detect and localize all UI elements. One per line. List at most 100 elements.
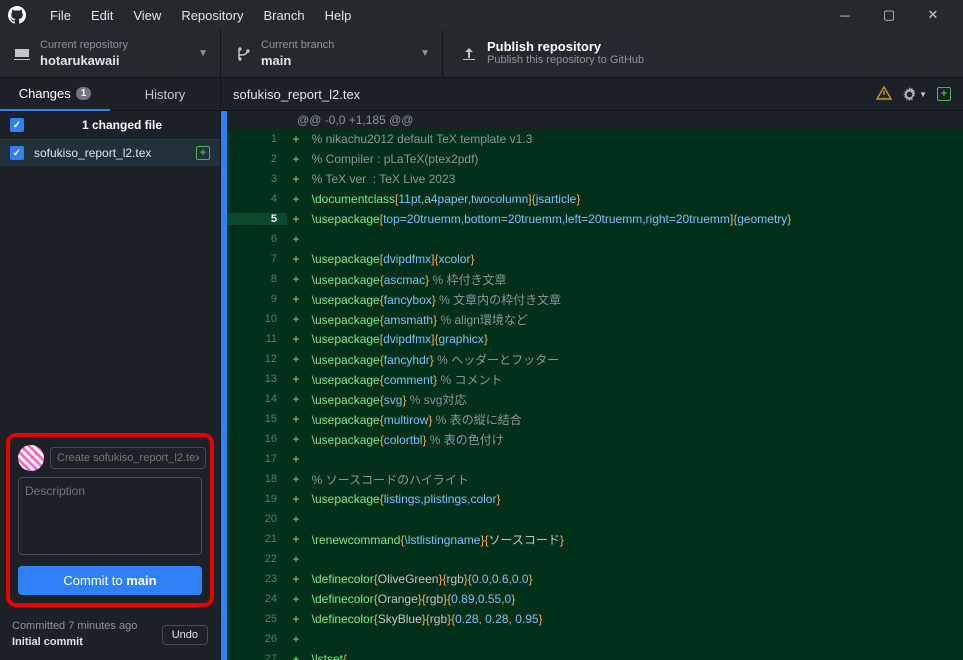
line-marker: + (287, 252, 305, 266)
line-number: 1 (227, 133, 287, 145)
minimize-button[interactable]: ─ (823, 0, 867, 30)
avatar (18, 445, 44, 471)
menu-repository[interactable]: Repository (171, 4, 253, 27)
warning-icon[interactable] (876, 85, 892, 104)
line-code: \definecolor{Orange}{rgb}{0.89,0.55,0} (305, 592, 963, 606)
diff-line[interactable]: 18+ % ソースコードのハイライト (227, 469, 963, 489)
diff-line[interactable]: 3+ % TeX ver : TeX Live 2023 (227, 169, 963, 189)
line-number: 17 (227, 453, 287, 465)
line-number: 14 (227, 393, 287, 405)
tab-history[interactable]: History (110, 78, 220, 111)
line-number: 18 (227, 473, 287, 485)
diff-line[interactable]: 27+ \lstset{ (227, 649, 963, 660)
files-header: ✓ 1 changed file (0, 111, 220, 140)
line-code: \usepackage{fancybox} % 文章内の枠付き文章 (305, 291, 963, 308)
menu-branch[interactable]: Branch (253, 4, 314, 27)
expand-icon[interactable]: + (937, 87, 951, 101)
commit-message: Initial commit (12, 635, 154, 650)
diff-line[interactable]: 17+ (227, 449, 963, 469)
line-code: \usepackage{listings,plistings,color} (305, 492, 963, 506)
diff-line[interactable]: 14+ \usepackage{svg} % svg対応 (227, 389, 963, 409)
commit-description-input[interactable] (18, 477, 202, 555)
commit-button[interactable]: Commit to main (18, 566, 202, 595)
branch-selector[interactable]: Current branch main ▼ (221, 30, 443, 77)
line-number: 13 (227, 373, 287, 385)
line-marker: + (287, 332, 305, 346)
line-marker: + (287, 392, 305, 406)
line-number: 3 (227, 173, 287, 185)
branch-label: Current branch (261, 39, 334, 52)
diff-file-name: sofukiso_report_l2.tex (233, 87, 876, 102)
diff-line[interactable]: 8+ \usepackage{ascmac} % 枠付き文章 (227, 269, 963, 289)
diff-line[interactable]: 19+ \usepackage{listings,plistings,color… (227, 489, 963, 509)
line-code: \lstset{ (305, 652, 963, 660)
diff-line[interactable]: 11+ \usepackage[dvipdfmx]{graphicx} (227, 329, 963, 349)
line-code (305, 632, 963, 646)
branch-icon (235, 46, 251, 62)
diff-line[interactable]: 26+ (227, 629, 963, 649)
line-number: 27 (227, 653, 287, 660)
last-commit-row: Committed 7 minutes ago Initial commit U… (0, 613, 220, 660)
line-code (305, 512, 963, 526)
select-all-checkbox[interactable]: ✓ (10, 118, 24, 132)
changes-count-badge: 1 (76, 87, 92, 100)
menu-view[interactable]: View (123, 4, 171, 27)
diff-line[interactable]: 13+ \usepackage{comment} % コメント (227, 369, 963, 389)
line-code: \renewcommand{\lstlistingname}{ソースコード} (305, 531, 963, 548)
commit-btn-pre: Commit to (63, 573, 126, 588)
line-code: % Compiler : pLaTeX(ptex2pdf) (305, 152, 963, 166)
line-number: 6 (227, 233, 287, 245)
upload-icon (461, 46, 477, 62)
diff-line[interactable]: 6+ (227, 229, 963, 249)
line-code: \definecolor{OliveGreen}{rgb}{0.0,0.6,0.… (305, 572, 963, 586)
diff-line[interactable]: 21+ \renewcommand{\lstlistingname}{ソースコー… (227, 529, 963, 549)
line-marker: + (287, 492, 305, 506)
commit-btn-branch: main (126, 573, 156, 588)
publish-button[interactable]: Publish repository Publish this reposito… (443, 30, 963, 77)
diff-line[interactable]: 9+ \usepackage{fancybox} % 文章内の枠付き文章 (227, 289, 963, 309)
toolbar: Current repository hotarukawaii ▼ Curren… (0, 30, 963, 78)
diff-line[interactable]: 16+ \usepackage{colortbl} % 表の色付け (227, 429, 963, 449)
repo-selector[interactable]: Current repository hotarukawaii ▼ (0, 30, 221, 77)
close-button[interactable]: ✕ (911, 0, 955, 30)
diff-line[interactable]: 10+ \usepackage{amsmath} % align環境など (227, 309, 963, 329)
settings-icon[interactable]: ▼ (902, 87, 927, 102)
line-marker: + (287, 372, 305, 386)
commit-summary-input[interactable] (50, 447, 206, 469)
diff-line[interactable]: 20+ (227, 509, 963, 529)
line-code: \usepackage[top=20truemm,bottom=20truemm… (305, 212, 963, 226)
diff-line[interactable]: 5+ \usepackage[top=20truemm,bottom=20tru… (227, 209, 963, 229)
diff-line[interactable]: 24+ \definecolor{Orange}{rgb}{0.89,0.55,… (227, 589, 963, 609)
line-code: \documentclass[11pt,a4paper,twocolumn]{j… (305, 192, 963, 206)
changed-file-row[interactable]: ✓ sofukiso_report_l2.tex + (0, 140, 220, 166)
diff-view[interactable]: @@ -0,0 +1,185 @@ 1+ % nikachu2012 defau… (227, 111, 963, 660)
tab-changes-label: Changes (19, 86, 71, 101)
line-marker: + (287, 232, 305, 246)
line-number: 21 (227, 533, 287, 545)
diff-line[interactable]: 23+ \definecolor{OliveGreen}{rgb}{0.0,0.… (227, 569, 963, 589)
menu-file[interactable]: File (40, 4, 81, 27)
diff-line[interactable]: 15+ \usepackage{multirow} % 表の縦に結合 (227, 409, 963, 429)
line-marker: + (287, 132, 305, 146)
diff-line[interactable]: 22+ (227, 549, 963, 569)
line-code (305, 552, 963, 566)
diff-line[interactable]: 12+ \usepackage{fancyhdr} % ヘッダーとフッター (227, 349, 963, 369)
diff-panel: sofukiso_report_l2.tex ▼ + @@ -0,0 +1,18… (221, 78, 963, 660)
maximize-button[interactable]: ▢ (867, 0, 911, 30)
line-marker: + (287, 512, 305, 526)
line-marker: + (287, 592, 305, 606)
file-checkbox[interactable]: ✓ (10, 146, 24, 160)
menu-edit[interactable]: Edit (81, 4, 123, 27)
tab-changes[interactable]: Changes 1 (0, 78, 110, 111)
line-marker: + (287, 532, 305, 546)
diff-line[interactable]: 2+ % Compiler : pLaTeX(ptex2pdf) (227, 149, 963, 169)
file-name: sofukiso_report_l2.tex (34, 146, 186, 160)
diff-line[interactable]: 1+ % nikachu2012 default TeX template v1… (227, 129, 963, 149)
diff-line[interactable]: 4+ \documentclass[11pt,a4paper,twocolumn… (227, 189, 963, 209)
menu-help[interactable]: Help (315, 4, 362, 27)
publish-title: Publish repository (487, 39, 644, 54)
undo-button[interactable]: Undo (162, 625, 208, 645)
diff-line[interactable]: 25+ \definecolor{SkyBlue}{rgb}{0.28, 0.2… (227, 609, 963, 629)
line-marker: + (287, 412, 305, 426)
diff-line[interactable]: 7+ \usepackage[dvipdfmx]{xcolor} (227, 249, 963, 269)
